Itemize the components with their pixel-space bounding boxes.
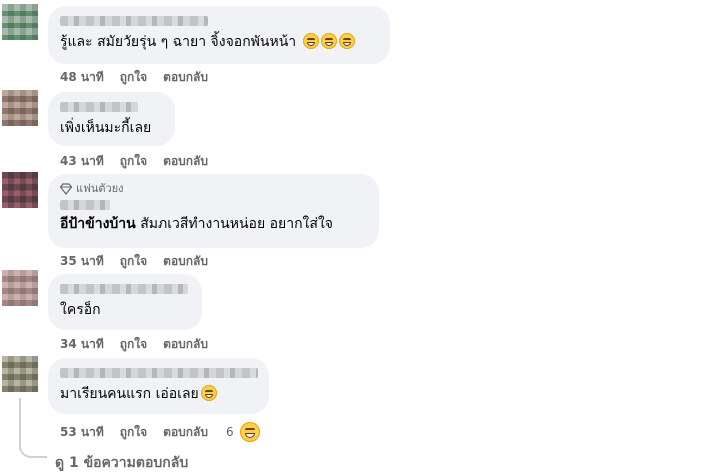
avatar[interactable] bbox=[2, 356, 38, 392]
reply-button[interactable]: ตอบกลับ bbox=[163, 152, 208, 171]
reply-button[interactable]: ตอบกลับ bbox=[163, 335, 208, 354]
reaction-summary[interactable]: 6 bbox=[226, 422, 260, 442]
comment-bubble: แฟนตัวยง อีป้าข้างบ้าน สัมภเวสีทำงานหน่อ… bbox=[48, 174, 379, 248]
author-name-blurred[interactable] bbox=[60, 368, 258, 378]
author-name-blurred[interactable] bbox=[60, 102, 138, 112]
reaction-count: 6 bbox=[226, 425, 234, 439]
like-button[interactable]: ถูกใจ bbox=[120, 152, 147, 171]
comments-panel: รู้และ สมัยวัยรุ่น ๆ ฉายา จิ้งจอกพันหน้า… bbox=[0, 0, 724, 475]
timestamp[interactable]: 43 นาที bbox=[60, 152, 104, 171]
comment-actions: 53 นาที ถูกใจ ตอบกลับ 6 bbox=[60, 422, 260, 442]
haha-reaction-icon bbox=[239, 422, 260, 442]
comment-actions: 43 นาที ถูกใจ ตอบกลับ bbox=[60, 152, 208, 171]
badge-label: แฟนตัวยง bbox=[76, 182, 124, 195]
comment-text: ใครอ็ก bbox=[60, 302, 101, 318]
comment-actions: 34 นาที ถูกใจ ตอบกลับ bbox=[60, 335, 208, 354]
author-name-blurred[interactable] bbox=[60, 284, 188, 294]
avatar[interactable] bbox=[2, 4, 38, 40]
top-fan-badge: แฟนตัวยง bbox=[60, 182, 367, 196]
timestamp[interactable]: 48 นาที bbox=[60, 68, 104, 87]
timestamp[interactable]: 53 นาที bbox=[60, 423, 104, 442]
grin-emoji-icon bbox=[338, 33, 355, 49]
reply-button[interactable]: ตอบกลับ bbox=[163, 423, 208, 442]
avatar[interactable] bbox=[2, 270, 38, 306]
comment-text: รู้และ สมัยวัยรุ่น ๆ ฉายา จิ้งจอกพันหน้า bbox=[60, 32, 378, 52]
comment-text: เพิ่งเห็นมะกี้เลย bbox=[60, 120, 152, 136]
diamond-icon bbox=[60, 183, 72, 195]
tagged-name[interactable]: อีป้าข้างบ้าน bbox=[60, 216, 136, 232]
laughing-emoji-icon bbox=[200, 385, 217, 401]
reply-button[interactable]: ตอบกลับ bbox=[163, 68, 208, 87]
like-button[interactable]: ถูกใจ bbox=[120, 252, 147, 271]
view-replies-link[interactable]: ดู 1 ข้อความตอบกลับ bbox=[55, 452, 188, 474]
reply-button[interactable]: ตอบกลับ bbox=[163, 252, 208, 271]
like-button[interactable]: ถูกใจ bbox=[120, 335, 147, 354]
comment-bubble: มาเรียนคนแรก เอ่อเลย bbox=[48, 358, 269, 414]
comment-actions: 48 นาที ถูกใจ ตอบกลับ bbox=[60, 68, 208, 87]
comment-bubble: เพิ่งเห็นมะกี้เลย bbox=[48, 92, 175, 146]
comment-text: มาเรียนคนแรก เอ่อเลย bbox=[60, 384, 257, 404]
comment-bubble: รู้และ สมัยวัยรุ่น ๆ ฉายา จิ้งจอกพันหน้า bbox=[48, 6, 390, 64]
like-button[interactable]: ถูกใจ bbox=[120, 423, 147, 442]
avatar[interactable] bbox=[2, 90, 38, 126]
author-name-blurred[interactable] bbox=[60, 16, 208, 26]
comment-actions: 35 นาที ถูกใจ ตอบกลับ bbox=[60, 252, 208, 271]
timestamp[interactable]: 34 นาที bbox=[60, 335, 104, 354]
thread-connector-curve bbox=[19, 438, 47, 458]
avatar[interactable] bbox=[2, 172, 38, 208]
author-name-blurred[interactable] bbox=[60, 200, 110, 210]
comment-text: อีป้าข้างบ้าน สัมภเวสีทำงานหน่อย อยากใส่… bbox=[60, 216, 333, 232]
grin-emoji-icon bbox=[320, 33, 337, 49]
like-button[interactable]: ถูกใจ bbox=[120, 68, 147, 87]
grin-emoji-icon bbox=[302, 33, 319, 49]
timestamp[interactable]: 35 นาที bbox=[60, 252, 104, 271]
comment-bubble: ใครอ็ก bbox=[48, 274, 202, 330]
